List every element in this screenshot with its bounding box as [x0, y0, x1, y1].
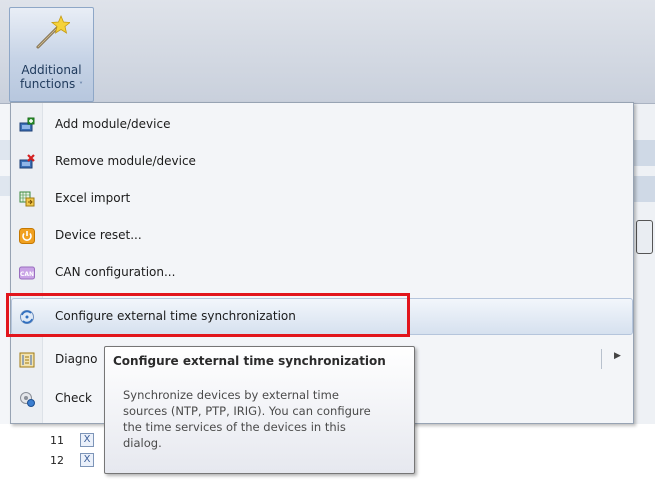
- row-number: 11: [50, 434, 64, 447]
- row-checkbox[interactable]: X: [80, 453, 94, 467]
- tooltip-title: Configure external time synchronization: [113, 354, 386, 368]
- magic-wand-icon: [36, 14, 70, 49]
- label-line2: functions: [19, 77, 76, 91]
- svg-text:CAN: CAN: [20, 271, 34, 278]
- menu-item-label: Excel import: [55, 191, 131, 205]
- bg-stripe: [634, 176, 655, 202]
- label-line1: Additional: [21, 63, 82, 77]
- row-checkbox[interactable]: X: [80, 433, 94, 447]
- menu-item-excel-import[interactable]: Excel import: [11, 180, 633, 217]
- power-reset-icon: [19, 228, 35, 244]
- remove-device-icon: [19, 154, 35, 169]
- menu-item-label: Check: [55, 391, 92, 405]
- additional-functions-label: Additional functions ˅: [10, 63, 93, 93]
- diagnostics-icon: [19, 352, 35, 368]
- table-row: 12 X: [34, 452, 104, 470]
- tooltip: Configure external time synchronization …: [104, 346, 415, 474]
- menu-item-device-reset[interactable]: Device reset...: [11, 217, 633, 254]
- menu-item-can-configuration[interactable]: CAN CAN configuration...: [11, 254, 633, 291]
- menu-item-label: Device reset...: [55, 228, 142, 242]
- bg-stripe: [634, 140, 655, 166]
- row-number: 12: [50, 454, 64, 467]
- additional-functions-button[interactable]: Additional functions ˅: [9, 7, 94, 102]
- table-row: 11 X: [34, 432, 104, 450]
- submenu-separator: [601, 349, 602, 369]
- tooltip-body: Synchronize devices by external time sou…: [123, 388, 371, 450]
- menu-item-remove-module[interactable]: Remove module/device: [11, 143, 633, 180]
- menu-item-label: CAN configuration...: [55, 265, 176, 279]
- check-icon: [20, 392, 35, 407]
- chevron-down-icon: ˅: [79, 81, 84, 90]
- submenu-arrow-icon: ▶: [614, 351, 621, 361]
- add-device-icon: [19, 117, 35, 132]
- ribbon: Additional functions ˅: [0, 0, 655, 104]
- background-panel-right: [634, 104, 655, 424]
- can-icon: CAN: [19, 266, 35, 280]
- menu-item-add-module[interactable]: Add module/device: [11, 106, 633, 143]
- highlight-box: [6, 293, 410, 337]
- menu-item-label: Remove module/device: [55, 154, 196, 168]
- excel-import-icon: [19, 191, 35, 207]
- background-button-edge: [636, 220, 653, 254]
- menu-item-label: Diagno: [55, 352, 98, 366]
- menu-item-label: Add module/device: [55, 117, 171, 131]
